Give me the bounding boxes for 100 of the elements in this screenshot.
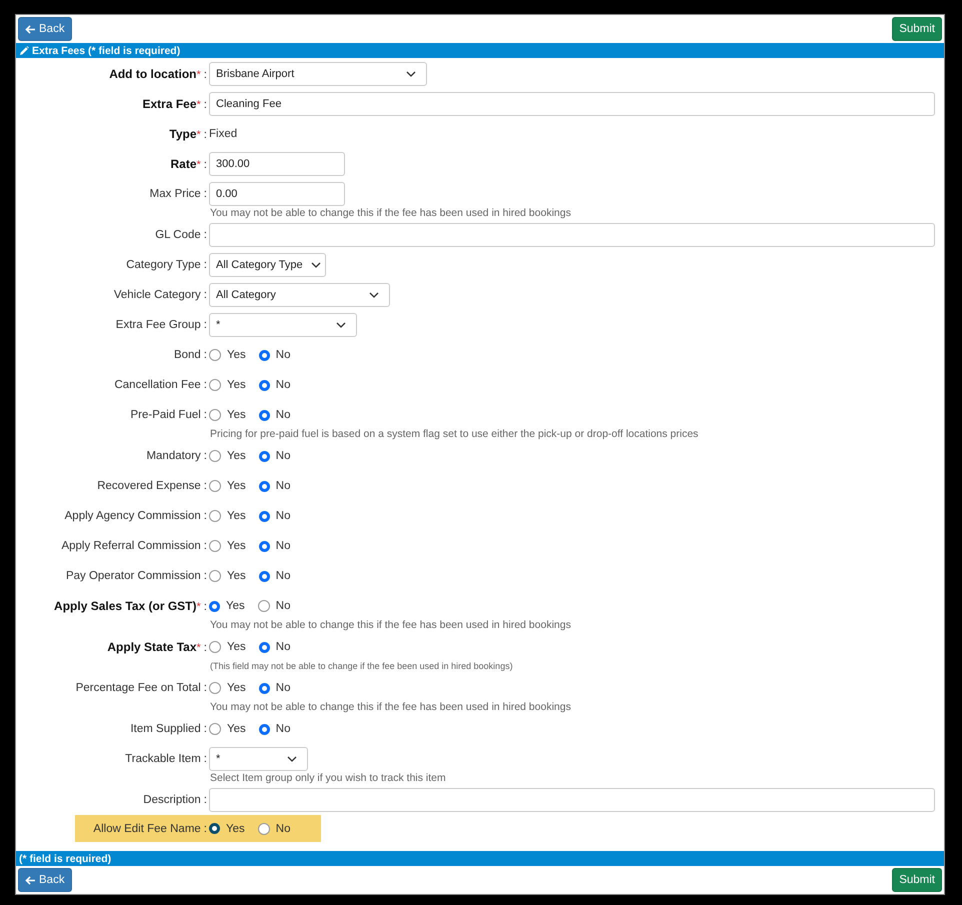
radio-button[interactable] — [209, 480, 221, 492]
radio-button[interactable] — [258, 540, 270, 552]
colon: : — [204, 289, 207, 301]
radio-label: Yes — [227, 450, 246, 462]
colon: : — [204, 319, 207, 331]
radio-button[interactable] — [209, 379, 221, 391]
field-label: Apply State Tax — [107, 640, 197, 654]
colon: : — [204, 642, 207, 654]
radio-button[interactable] — [209, 450, 221, 462]
radio-label: Yes — [227, 510, 246, 522]
radio-button[interactable] — [258, 410, 270, 420]
radio-button[interactable] — [258, 480, 270, 492]
field-label: Pre-Paid Fuel — [130, 409, 201, 421]
field-label: Apply Referral Commission — [61, 540, 201, 552]
field-label: Type — [169, 127, 197, 141]
text-field[interactable]: Cleaning Fee — [209, 92, 935, 116]
radio-button[interactable] — [258, 570, 270, 582]
field-label: Extra Fee Group — [116, 319, 201, 331]
radio-button[interactable] — [209, 570, 221, 582]
submit-button[interactable]: Submit — [892, 868, 942, 892]
field-label: Add to location — [109, 67, 197, 81]
text-field[interactable]: 0.00 — [209, 182, 345, 206]
field-value: Fixed — [209, 128, 238, 140]
chevron-down-icon — [369, 292, 379, 298]
radio-label: Yes — [227, 723, 246, 735]
field-label: Extra Fee — [142, 97, 197, 111]
colon: : — [204, 570, 207, 582]
radio-label: No — [276, 822, 290, 834]
radio-button[interactable] — [209, 723, 221, 735]
colon: : — [204, 229, 207, 241]
radio-button[interactable] — [258, 600, 270, 612]
radio-label: No — [276, 682, 290, 694]
radio-button[interactable] — [258, 724, 270, 734]
colon: : — [204, 682, 207, 694]
field-label: Description — [143, 794, 201, 806]
dropdown[interactable]: * — [209, 747, 308, 771]
radio-button[interactable] — [209, 540, 221, 552]
back-button[interactable]: Back — [18, 17, 72, 41]
radio-button[interactable] — [209, 600, 220, 612]
radio-label: Yes — [226, 600, 245, 612]
dropdown[interactable]: Brisbane Airport — [209, 62, 427, 86]
radio-label: Yes — [227, 641, 246, 653]
radio-button[interactable] — [258, 350, 270, 360]
radio-button[interactable] — [209, 682, 221, 694]
colon: : — [204, 99, 207, 111]
dropdown[interactable]: All Category — [209, 283, 390, 307]
text-field[interactable] — [209, 223, 935, 247]
text-field[interactable] — [209, 788, 935, 812]
radio-label: No — [276, 379, 290, 391]
help-text: (This field may not be able to change if the fee been used in hired bookings) — [210, 661, 513, 671]
help-text: Select Item group only if you wish to track this item — [210, 772, 446, 784]
radio-label: No — [276, 480, 290, 492]
colon: : — [204, 794, 207, 806]
required-asterisk: * — [196, 159, 201, 171]
field-label: Cancellation Fee — [114, 379, 201, 391]
field-label: Rate — [170, 157, 197, 171]
back-button[interactable]: Back — [18, 868, 72, 892]
radio-button[interactable] — [209, 349, 221, 361]
radio-button[interactable] — [209, 409, 221, 421]
help-text: You may not be able to change this if the fee has been used in hired bookings — [210, 207, 571, 219]
dropdown[interactable]: * — [209, 313, 357, 337]
required-asterisk: * — [196, 99, 201, 111]
field-label: Vehicle Category — [114, 289, 201, 301]
radio-label: No — [276, 600, 290, 612]
colon: : — [204, 822, 207, 834]
radio-label: No — [276, 570, 290, 582]
help-text: You may not be able to change this if the fee has been used in hired bookings — [210, 619, 571, 631]
field-label: Percentage Fee on Total — [76, 682, 201, 694]
radio-label: Yes — [227, 409, 246, 421]
field-label: Apply Agency Commission — [64, 510, 201, 522]
dropdown[interactable]: All Category Type — [209, 253, 326, 277]
chevron-down-icon — [336, 322, 346, 328]
radio-button[interactable] — [258, 642, 270, 652]
radio-label: Yes — [227, 480, 246, 492]
radio-button[interactable] — [209, 641, 221, 653]
help-text: You may not be able to change this if the fee has been used in hired bookings — [210, 701, 571, 713]
radio-button[interactable] — [209, 823, 220, 834]
radio-button[interactable] — [209, 510, 221, 522]
arrow-left-icon — [25, 24, 36, 34]
radio-button[interactable] — [258, 450, 270, 462]
field-label: Trackable Item — [125, 753, 201, 765]
radio-label: No — [276, 349, 290, 361]
radio-label: Yes — [227, 570, 246, 582]
radio-label: No — [276, 540, 290, 552]
radio-button[interactable] — [258, 822, 270, 834]
field-label: Recovered Expense — [97, 480, 201, 492]
submit-button[interactable]: Submit — [892, 17, 942, 41]
radio-button[interactable] — [258, 380, 270, 390]
radio-label: Yes — [227, 379, 246, 391]
radio-label: Yes — [227, 349, 246, 361]
pencil-icon — [19, 46, 29, 56]
text-field[interactable]: 300.00 — [209, 152, 345, 176]
colon: : — [204, 259, 207, 271]
chevron-down-icon — [406, 71, 416, 77]
colon: : — [204, 409, 207, 421]
radio-label: Yes — [227, 682, 246, 694]
chevron-down-icon — [287, 756, 297, 762]
required-asterisk: * — [196, 129, 201, 141]
radio-button[interactable] — [258, 510, 270, 522]
radio-button[interactable] — [258, 682, 270, 694]
